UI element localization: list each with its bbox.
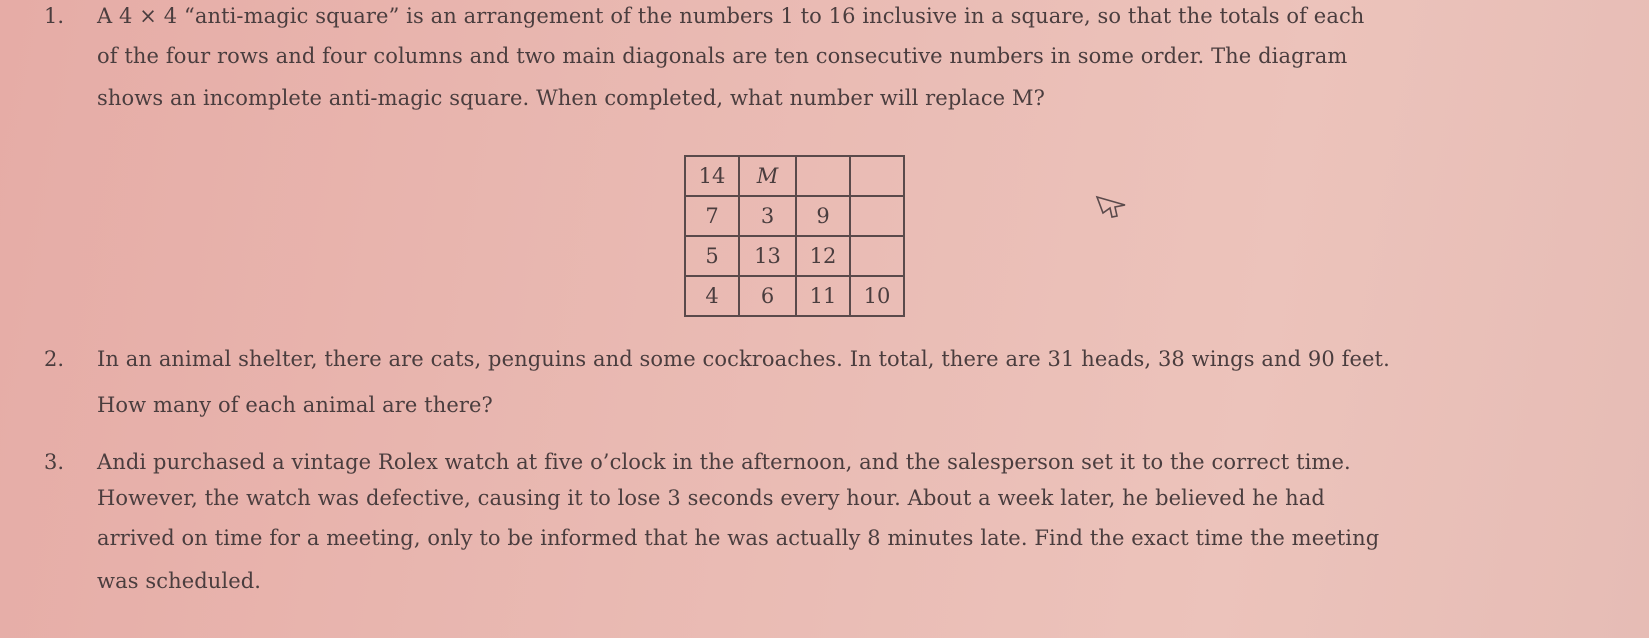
problem-number: 2.	[44, 347, 65, 371]
grid-cell	[795, 155, 851, 197]
grid-cell	[849, 155, 905, 197]
problem-text-line: of the four rows and four columns and tw…	[97, 44, 1348, 68]
grid-cell: 6	[738, 275, 797, 317]
grid-cell: 7	[684, 195, 740, 237]
grid-cell: 14	[684, 155, 740, 197]
problem-number: 3.	[44, 450, 65, 474]
grid-cell: 4	[684, 275, 740, 317]
problem-text-line: arrived on time for a meeting, only to b…	[97, 526, 1380, 550]
problem-text-line: A 4 × 4 “anti-magic square” is an arrang…	[97, 4, 1365, 28]
problem-text-line: shows an incomplete anti-magic square. W…	[97, 86, 1045, 110]
grid-cell: 13	[738, 235, 797, 277]
anti-magic-square-grid: 14 M 739 5 13 12 4 6 11 10	[684, 155, 905, 317]
grid-cell: 9	[795, 195, 851, 237]
grid-cell: 12	[795, 235, 851, 277]
grid-cell: M	[738, 155, 797, 197]
grid-cell	[849, 195, 905, 237]
problem-text-line: However, the watch was defective, causin…	[97, 486, 1325, 510]
problem-text-line: In an animal shelter, there are cats, pe…	[97, 347, 1390, 371]
grid-cell: 10	[849, 275, 905, 317]
grid-cell: 11	[795, 275, 851, 317]
problem-text-line: was scheduled.	[97, 569, 262, 593]
grid-cell	[849, 235, 905, 277]
grid-cell: 3	[738, 195, 797, 237]
grid-cell: 5	[684, 235, 740, 277]
problem-number: 1.	[44, 4, 65, 28]
problem-text-line: How many of each animal are there?	[97, 393, 493, 417]
mouse-pointer-icon	[1095, 195, 1126, 218]
problem-text-line: Andi purchased a vintage Rolex watch at …	[97, 450, 1351, 474]
